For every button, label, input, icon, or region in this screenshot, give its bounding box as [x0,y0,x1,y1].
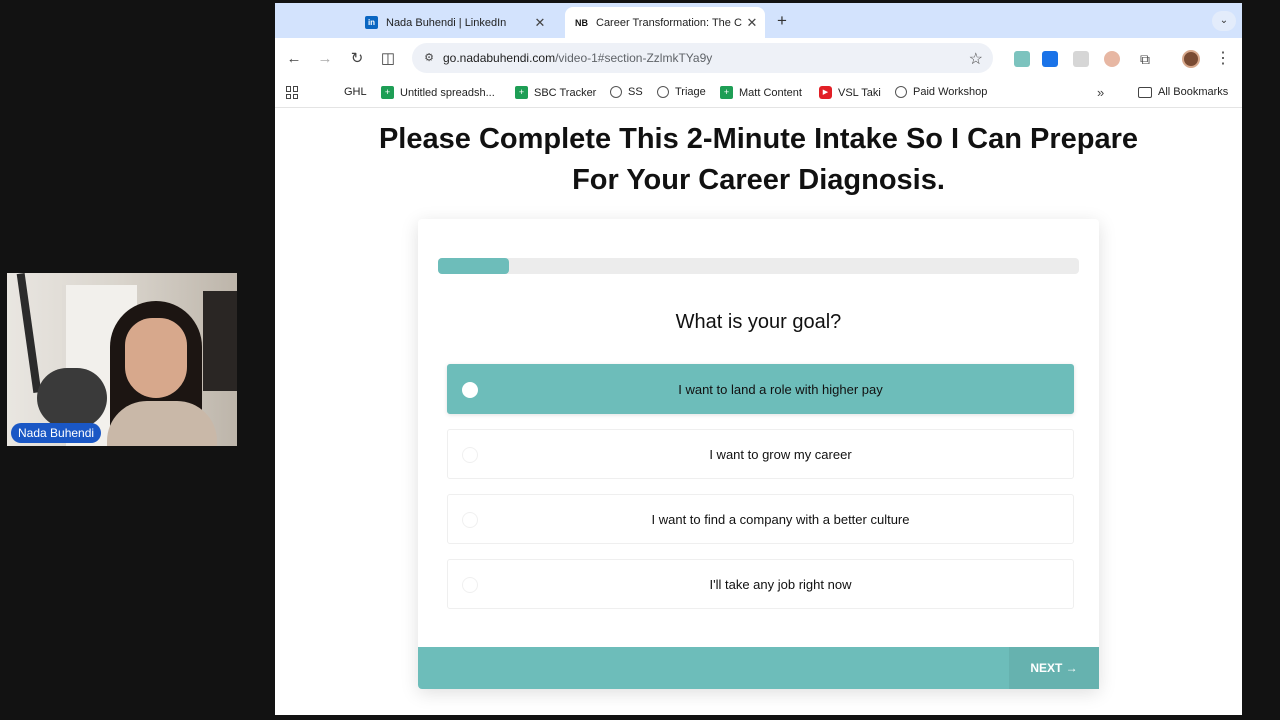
intake-form-card: What is your goal? I want to land a role… [418,219,1099,689]
bookmark-label: VSL Taki [838,86,881,99]
webcam-video [7,273,237,446]
browser-toolbar: ← → ↻ ◫ ⚙ go.nadabuhendi.com/video-1#sec… [275,38,1242,80]
form-footer: NEXT → [418,647,1099,689]
option-any-job[interactable]: I'll take any job right now [447,559,1074,609]
radio-button[interactable] [462,577,478,593]
tab-linkedin[interactable]: in Nada Buhendi | LinkedIn ✕ [355,7,553,38]
option-label: I'll take any job right now [709,577,852,592]
bookmark-label: SBC Tracker [534,86,597,99]
nb-logo-icon: NB [575,17,588,28]
sheets-icon: + [720,86,733,99]
option-grow-career[interactable]: I want to grow my career [447,429,1074,479]
option-better-culture[interactable]: I want to find a company with a better c… [447,494,1074,544]
bookmark-star-icon[interactable]: ☆ [969,49,983,69]
bookmark-matt-content[interactable]: + Matt Content [720,86,802,99]
address-bar[interactable]: ⚙ go.nadabuhendi.com/video-1#section-Zzl… [412,43,993,73]
tab-search-button[interactable]: ⌄ [1212,11,1236,31]
bookmark-label: GHL [344,86,367,98]
bookmark-paid-workshop[interactable]: Paid Workshop [895,86,987,98]
bookmark-ghl[interactable]: GHL [344,86,367,98]
reload-button[interactable]: ↻ [347,49,367,69]
bookmark-label: Untitled spreadsh... [400,86,495,99]
presenter-body [107,401,217,446]
option-higher-pay[interactable]: I want to land a role with higher pay [447,364,1074,414]
tab-title: Nada Buhendi | LinkedIn [386,16,507,29]
bookmark-label: Triage [675,86,706,98]
browser-menu-icon[interactable]: ⋮ [1215,48,1231,68]
bookmark-untitled-spreadsheet[interactable]: + Untitled spreadsh... [381,86,495,99]
option-label: I want to land a role with higher pay [678,382,883,397]
forward-button[interactable]: → [315,49,335,69]
tab-career-transformation[interactable]: NB Career Transformation: The C ✕ [565,7,765,38]
option-label: I want to find a company with a better c… [651,512,910,527]
all-bookmarks[interactable]: All Bookmarks [1138,86,1228,98]
extensions-puzzle-icon[interactable]: ⧉ [1137,51,1153,67]
option-label: I want to grow my career [709,447,852,462]
bookmark-sbc-tracker[interactable]: + SBC Tracker [515,86,596,99]
radio-button[interactable] [462,447,478,463]
back-button[interactable]: ← [284,49,304,69]
extension-blue-icon[interactable] [1042,51,1058,67]
progress-fill [438,258,509,274]
site-info-icon[interactable]: ⚙ [421,50,437,66]
webcam-shelf [203,291,237,391]
webcam-name-badge: Nada Buhendi [11,423,102,443]
url-text[interactable]: go.nadabuhendi.com/video-1#section-Zzlmk… [443,51,712,65]
bookmarks-bar: GHL + Untitled spreadsh... + SBC Tracker… [275,80,1242,108]
split-view-icon[interactable]: ◫ [378,49,398,69]
url-path: /video-1#section-ZzlmkTYa9y [555,51,713,65]
bookmark-label: SS [628,86,643,98]
answer-options: I want to land a role with higher pay I … [447,364,1074,624]
close-icon[interactable]: ✕ [743,15,761,31]
close-icon[interactable]: ✕ [531,15,549,31]
radio-button[interactable] [462,512,478,528]
new-tab-button[interactable]: + [777,11,787,31]
folder-icon [1138,86,1152,98]
extension-pen-icon[interactable] [1014,51,1030,67]
tab-strip: in Nada Buhendi | LinkedIn ✕ NB Career T… [275,3,1242,38]
bookmark-label: Matt Content [739,86,802,99]
page-content: Please Complete This 2-Minute Intake So … [275,109,1242,715]
camera-extension-icon[interactable] [1073,51,1089,67]
presenter-face [125,318,187,398]
sheets-icon: + [381,86,394,99]
bookmark-ss[interactable]: SS [610,86,643,98]
next-button[interactable]: NEXT → [1009,647,1099,689]
question-text: What is your goal? [675,311,842,333]
browser-window: in Nada Buhendi | LinkedIn ✕ NB Career T… [275,3,1242,715]
linkedin-icon: in [365,16,378,29]
youtube-icon: ▶ [819,86,832,99]
extension-avatar-icon[interactable] [1104,51,1120,67]
bookmark-label: Paid Workshop [913,86,988,98]
globe-icon [610,86,622,98]
tab-title: Career Transformation: The C [596,16,742,29]
more-bookmarks-icon[interactable]: » [1097,85,1104,100]
sheets-icon: + [515,86,528,99]
profile-avatar[interactable] [1182,50,1200,68]
url-host: go.nadabuhendi.com [443,51,556,65]
bookmark-label: All Bookmarks [1158,86,1229,98]
globe-icon [895,86,907,98]
progress-bar [438,258,1079,274]
radio-button[interactable] [462,382,478,398]
microphone [37,368,107,428]
bookmark-vsl-taki[interactable]: ▶ VSL Taki [819,86,881,99]
page-headline: Please Complete This 2-Minute Intake So … [378,123,1139,196]
bookmark-triage[interactable]: Triage [657,86,706,98]
apps-grid-icon[interactable] [286,86,299,99]
globe-icon [657,86,669,98]
